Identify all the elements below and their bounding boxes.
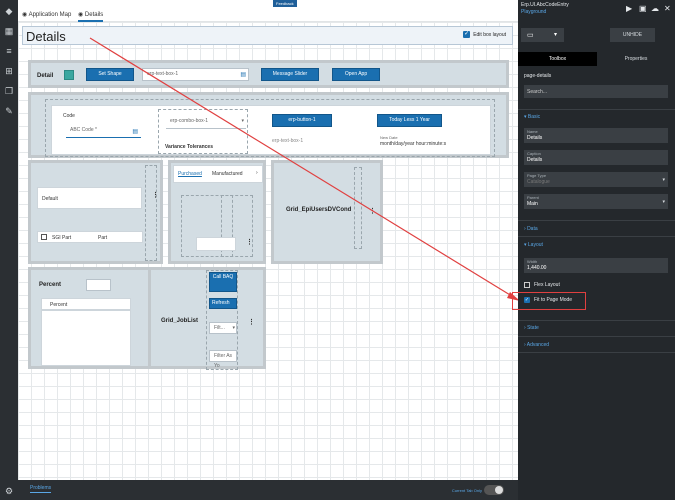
app-subtitle[interactable]: Playground (521, 9, 546, 15)
section-advanced[interactable]: › Advanced (524, 342, 549, 348)
flex-layout-checkbox[interactable] (524, 282, 530, 288)
bottom-bar: Problems Current Tab Only (18, 480, 518, 500)
divider (518, 236, 675, 237)
fit-to-page-highlight (512, 292, 586, 310)
section-advanced-label: Advanced (526, 342, 550, 348)
section-state[interactable]: › State (524, 325, 539, 331)
parent-value: Main (527, 201, 538, 207)
width-label: Width (527, 259, 538, 264)
parent-field[interactable]: Parent Main ▾ (524, 194, 668, 209)
chevron-down-icon: ▾ (662, 177, 665, 183)
laptop-icon: ▭ (527, 32, 534, 39)
name-field[interactable]: Name Details (524, 128, 668, 143)
divider (518, 320, 675, 321)
tab-properties[interactable]: Properties (597, 52, 675, 66)
unhide-button[interactable]: UNHIDE (610, 28, 655, 42)
tab-toolbox[interactable]: Toolbox (518, 52, 597, 66)
current-tab-only-toggle[interactable] (484, 485, 504, 495)
divider (518, 352, 675, 353)
problems-tab[interactable]: Problems (30, 485, 52, 493)
current-tab-only-label: Current Tab Only (451, 488, 482, 493)
divider (518, 109, 675, 110)
section-data-label: Data (527, 226, 538, 232)
panel-tabs: Toolbox Properties (518, 52, 675, 66)
section-data[interactable]: › Data (524, 226, 538, 232)
width-value: 1,440.00 (527, 265, 547, 271)
page-type-value: Catalogue (527, 179, 550, 185)
save-icon[interactable]: ▣ (639, 5, 647, 13)
section-basic-label: Basic (527, 114, 541, 120)
section-layout[interactable]: ▾ Layout (524, 242, 543, 248)
page-type-label: Page Type (527, 173, 547, 178)
section-state-label: State (527, 325, 539, 331)
name-label: Name (527, 129, 538, 134)
caption-value: Details (527, 157, 543, 163)
divider (518, 336, 675, 337)
name-value: Details (527, 135, 543, 141)
device-selector[interactable]: ▭ ▾ (521, 28, 564, 42)
play-icon[interactable]: ▶ (626, 5, 634, 13)
component-id: page-details (524, 73, 552, 79)
app-title: Erp.UI.AbcCodeEntry (521, 2, 569, 8)
properties-panel: Erp.UI.AbcCodeEntry Playground ▶ ▣ ☁ ✕ ▭… (518, 0, 675, 500)
arrow-line (89, 37, 521, 302)
section-layout-label: Layout (527, 242, 543, 248)
caption-field[interactable]: Caption Details (524, 150, 668, 165)
caption-label: Caption (527, 151, 541, 156)
flex-layout-label: Flex Layout (534, 282, 560, 288)
section-basic[interactable]: ▾ Basic (524, 114, 540, 120)
chevron-down-icon: ▾ (554, 32, 558, 38)
close-icon[interactable]: ✕ (664, 5, 672, 13)
page-type-field[interactable]: Page Type Catalogue ▾ (524, 172, 668, 187)
flex-layout-option[interactable]: Flex Layout (524, 282, 560, 288)
cloud-upload-icon[interactable]: ☁ (651, 5, 659, 13)
width-field[interactable]: Width 1,440.00 (524, 258, 668, 273)
property-search-input[interactable]: Search... (524, 85, 668, 98)
divider (518, 220, 675, 221)
parent-label: Parent (527, 195, 539, 200)
chevron-down-icon: ▾ (662, 199, 665, 205)
search-placeholder: Search... (527, 89, 548, 95)
